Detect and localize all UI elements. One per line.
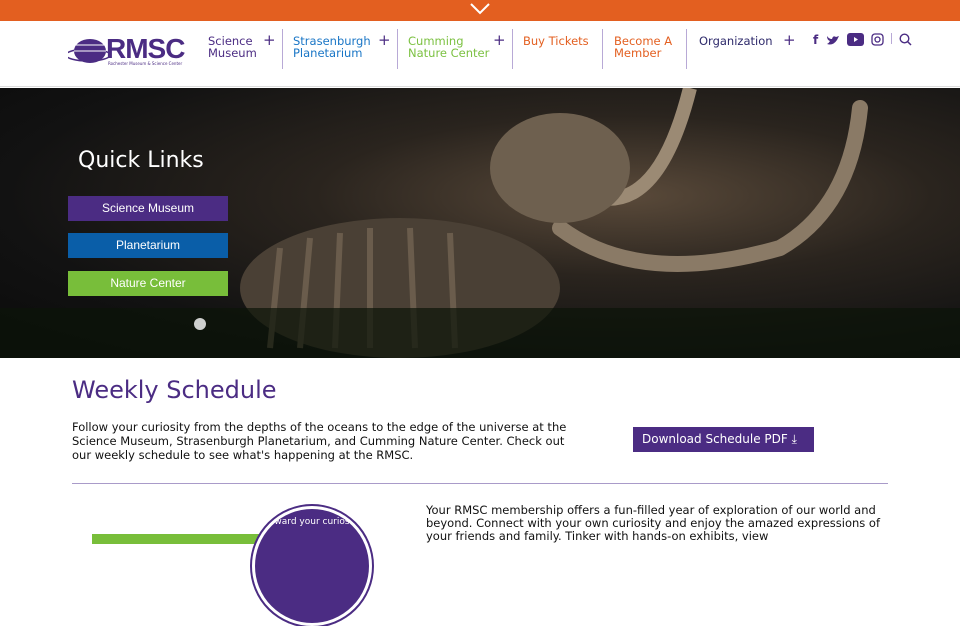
- nav-nature-center[interactable]: Cumming Nature Center +: [408, 33, 506, 83]
- search-icon[interactable]: [899, 33, 912, 46]
- twitter-icon[interactable]: [826, 34, 840, 46]
- nav-divider: [512, 29, 513, 69]
- rmsc-logo[interactable]: RMSC Rochester Museum & Science Center: [65, 33, 196, 69]
- download-icon: ⤓: [791, 432, 797, 446]
- mammoth-skeleton-image: [0, 88, 960, 358]
- planetarium-button[interactable]: Planetarium: [68, 233, 228, 258]
- quick-links-title: Quick Links: [78, 148, 204, 173]
- nav-divider: [397, 29, 398, 69]
- download-label: Download Schedule PDF: [642, 432, 788, 446]
- weekly-schedule-heading: Weekly Schedule: [72, 376, 277, 404]
- nav-buy-tickets[interactable]: Buy Tickets: [523, 35, 589, 83]
- nav-label: Planetarium: [293, 46, 363, 60]
- nav-label: Nature Center: [408, 46, 490, 60]
- nav-label: Organization: [699, 34, 773, 48]
- schedule-intro-text: Follow your curiosity from the depths of…: [72, 420, 567, 462]
- plus-icon[interactable]: +: [378, 33, 391, 48]
- youtube-icon[interactable]: [847, 33, 864, 46]
- nature-center-button[interactable]: Nature Center: [68, 271, 228, 296]
- membership-text: Your RMSC membership offers a fun-filled…: [426, 503, 881, 543]
- logo-subtitle: Rochester Museum & Science Center: [108, 61, 183, 66]
- hero-banner: Quick Links Science Museum Planetarium N…: [0, 88, 960, 358]
- nav-divider: [891, 33, 892, 44]
- plus-icon[interactable]: +: [493, 33, 506, 48]
- nav-organization[interactable]: Organization +: [699, 33, 796, 83]
- nav-divider: [686, 29, 687, 69]
- nav-label: Buy Tickets: [523, 34, 589, 48]
- nav-label: Member: [614, 46, 662, 60]
- plus-icon[interactable]: +: [783, 33, 796, 48]
- download-schedule-button[interactable]: Download Schedule PDF ⤓: [633, 427, 814, 452]
- nav-divider: [282, 29, 283, 69]
- nav-science-museum[interactable]: Science Museum +: [208, 33, 276, 83]
- plus-icon[interactable]: +: [263, 33, 276, 48]
- facebook-icon[interactable]: f: [813, 33, 818, 47]
- section-divider: [72, 483, 888, 484]
- nav-become-member[interactable]: Become A Member: [614, 35, 672, 83]
- site-header: RMSC Rochester Museum & Science Center S…: [0, 21, 960, 87]
- top-banner[interactable]: [0, 0, 960, 21]
- green-banner: [92, 534, 262, 544]
- nav-planetarium[interactable]: Strasenburgh Planetarium +: [293, 33, 391, 83]
- science-museum-button[interactable]: Science Museum: [68, 196, 228, 221]
- chevron-down-icon[interactable]: [470, 3, 490, 15]
- nav-divider: [602, 29, 603, 69]
- membership-badge: ward your curios: [252, 506, 372, 626]
- badge-text: ward your curios: [274, 517, 350, 527]
- nav-label: Museum: [208, 46, 257, 60]
- instagram-icon[interactable]: [871, 33, 884, 46]
